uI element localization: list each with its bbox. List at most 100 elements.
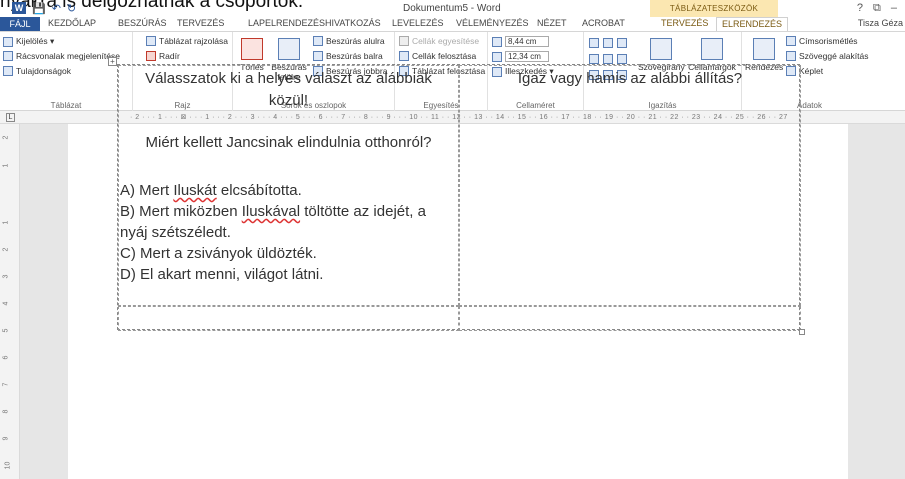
split-cells-button[interactable]: Cellák felosztása — [399, 51, 476, 61]
merge-cells-button[interactable]: Cellák egyesítése — [399, 36, 479, 46]
table-move-handle-icon[interactable]: + — [108, 57, 117, 66]
draw-table-button[interactable]: Táblázat rajzolása — [146, 36, 228, 46]
tab-table-layout[interactable]: ELRENDEZÉS — [716, 17, 789, 32]
option-a-post: elcsábította. — [216, 182, 302, 199]
tab-insert[interactable]: BESZÚRÁS — [118, 18, 167, 28]
vruler-num: 10 — [4, 461, 12, 470]
align-grid — [589, 38, 627, 48]
column-width-field[interactable]: 12,34 cm — [492, 51, 549, 62]
table-tools-header: TÁBLÁZATESZKÖZÖK — [650, 0, 778, 17]
user-name[interactable]: Tisza Géza — [858, 18, 903, 28]
properties-icon — [3, 66, 13, 76]
tab-page-layout[interactable]: LAPELRENDEZÉS — [248, 18, 325, 28]
vruler-num: 5 — [2, 328, 10, 333]
select-icon — [3, 36, 13, 47]
cell-margins-icon — [701, 38, 723, 60]
column-width-value[interactable]: 12,34 cm — [505, 51, 549, 62]
pencil-icon — [146, 36, 156, 46]
save-icon[interactable]: 💾 — [32, 2, 46, 15]
align-top-center-icon[interactable] — [603, 38, 613, 48]
quick-access-toolbar: W 💾 ↶ ↻ — [12, 2, 76, 15]
insert-below-button[interactable]: Beszúrás alulra — [313, 36, 385, 46]
vruler-num: 2 — [2, 247, 10, 252]
eraser-button[interactable]: Radír — [146, 51, 180, 61]
option-c: C) Mert a zsiványok üldözték. — [120, 245, 317, 262]
redo-icon[interactable]: ↻ — [67, 2, 76, 15]
tab-view[interactable]: NÉZET — [537, 18, 567, 28]
row-height-field[interactable]: 8,44 cm — [492, 36, 549, 47]
tab-references[interactable]: HIVATKOZÁS — [325, 18, 381, 28]
tab-table-design[interactable]: TERVEZÉS — [661, 18, 708, 28]
table-cell-empty[interactable] — [459, 306, 801, 331]
align-middle-right-icon[interactable] — [617, 54, 627, 64]
table-cell-empty[interactable] — [118, 306, 459, 331]
insert-left-label: Beszúrás balra — [326, 51, 383, 61]
group-label-table: Táblázat — [50, 101, 82, 110]
row-height-icon — [492, 36, 502, 47]
tab-home[interactable]: KEZDŐLAP — [48, 18, 96, 28]
help-icon[interactable]: ? — [857, 2, 863, 15]
word-logo-icon: W — [12, 2, 26, 14]
table-cell-question-2[interactable]: Igaz vagy hamis az alábbi állítás? — [459, 65, 801, 306]
option-b-pre: B) Mert miközben — [120, 203, 242, 220]
insert-below-label: Beszúrás alulra — [326, 36, 385, 46]
table-resize-handle-icon[interactable] — [799, 329, 805, 335]
spellcheck-word[interactable]: Iluskát — [173, 182, 216, 199]
tab-file[interactable]: FÁJL — [0, 17, 40, 31]
vruler-num: 4 — [2, 301, 10, 306]
properties-button[interactable]: Tulajdonságok — [3, 66, 71, 76]
document-table[interactable]: Válasszatok ki a helyes választ az alább… — [117, 64, 801, 331]
vruler-num: 9 — [2, 436, 10, 441]
repeat-header-label: Címsorismétlés — [799, 36, 858, 46]
option-a-pre: A) Mert — [120, 182, 174, 199]
ribbon-tabs: FÁJL KEZDŐLAP BESZÚRÁS TERVEZÉS LAPELREN… — [0, 17, 905, 32]
undo-icon[interactable]: ↶ — [52, 2, 61, 15]
tab-mailings[interactable]: LEVELEZÉS — [392, 18, 444, 28]
tab-design[interactable]: TERVEZÉS — [177, 18, 224, 28]
gridlines-label: Rácsvonalak megjelenítése — [16, 51, 120, 61]
align-grid-middle — [589, 54, 627, 64]
column-width-icon — [492, 51, 502, 62]
delete-table-icon — [241, 38, 263, 60]
select-button[interactable]: Kijelölés ▾ — [3, 36, 54, 47]
tab-selector-icon[interactable]: L — [6, 113, 15, 122]
sort-icon — [753, 38, 775, 60]
align-middle-left-icon[interactable] — [589, 54, 599, 64]
document-title: Dokumentum5 - Word — [403, 3, 501, 14]
text-direction-icon — [650, 38, 672, 60]
align-center-icon[interactable] — [603, 54, 613, 64]
convert-to-text-button[interactable]: Szöveggé alakítás — [786, 51, 868, 61]
split-cells-icon — [399, 51, 409, 61]
convert-to-text-icon — [786, 51, 796, 61]
table-cell-question-1[interactable]: Válasszatok ki a helyes választ az alább… — [118, 65, 459, 306]
convert-to-text-label: Szöveggé alakítás — [799, 51, 869, 61]
tab-review[interactable]: VÉLEMÉNYEZÉS — [456, 18, 529, 28]
merge-cells-label: Cellák egyesítése — [412, 36, 480, 46]
minimize-icon[interactable]: – — [891, 2, 897, 15]
cell-heading: Válasszatok ki a helyes választ az alább… — [145, 70, 432, 109]
vruler-num: 7 — [2, 382, 10, 387]
align-top-right-icon[interactable] — [617, 38, 627, 48]
align-top-left-icon[interactable] — [589, 38, 599, 48]
option-b: B) Mert miközben Iluskával töltötte az i… — [119, 201, 458, 222]
row-height-value[interactable]: 8,44 cm — [505, 36, 549, 47]
repeat-header-icon — [786, 36, 796, 46]
repeat-header-button[interactable]: Címsorismétlés — [786, 36, 858, 46]
option-b-post: töltötte az idejét, a — [300, 203, 426, 220]
vertical-ruler[interactable]: 2 1 1 2 3 4 5 6 7 8 9 10 — [0, 124, 20, 479]
cell-heading: Igaz vagy hamis az alábbi állítás? — [517, 70, 743, 87]
insert-left-button[interactable]: Beszúrás balra — [313, 51, 383, 61]
spellcheck-word[interactable]: Iluskával — [242, 203, 300, 220]
vruler-num: 2 — [2, 135, 10, 140]
vruler-num: 1 — [2, 163, 10, 168]
restore-icon[interactable]: ⧉ — [873, 2, 881, 15]
option-a: A) Mert Iluskát elcsábította. — [119, 180, 458, 201]
window-controls: ? ⧉ – — [857, 2, 897, 15]
properties-label: Tulajdonságok — [16, 66, 71, 76]
word-window: nyákra is delgozhatnak a csoportok. W 💾 … — [0, 0, 905, 479]
view-gridlines-button[interactable]: Rácsvonalak megjelenítése — [3, 51, 120, 61]
eraser-icon — [146, 51, 156, 61]
insert-left-icon — [313, 51, 323, 61]
vruler-num: 6 — [2, 355, 10, 360]
tab-acrobat[interactable]: ACROBAT — [582, 18, 625, 28]
